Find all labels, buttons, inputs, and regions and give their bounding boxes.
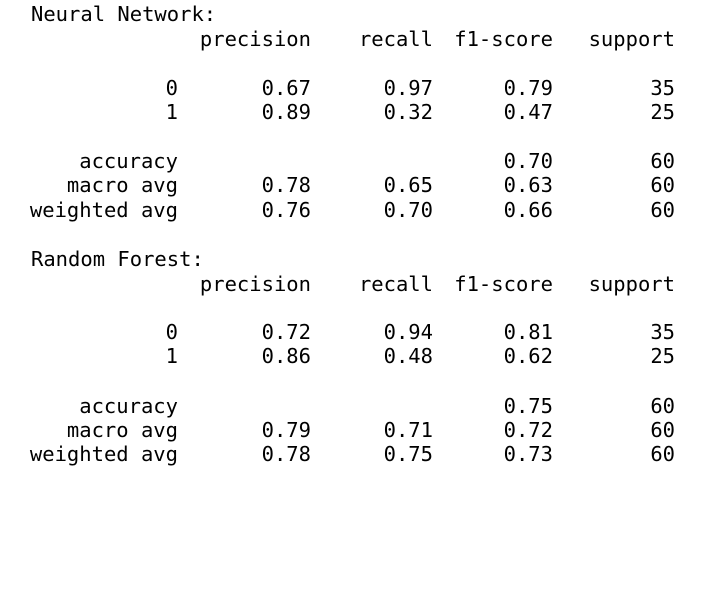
recall-value: 0.94 xyxy=(383,320,433,344)
f1-score-value: 0.73 xyxy=(503,442,553,466)
row-label: macro avg xyxy=(66,173,178,197)
row-label: accuracy xyxy=(79,149,178,173)
row-label: macro avg xyxy=(66,418,178,442)
row-label: accuracy xyxy=(79,394,178,418)
row-label: 1 xyxy=(165,100,178,124)
precision-value: 0.72 xyxy=(261,320,311,344)
f1-score-value: 0.62 xyxy=(503,344,553,368)
classification-report-output: Neural Network: precision recall f1-scor… xyxy=(0,0,716,502)
f1-score-value: 0.81 xyxy=(503,320,553,344)
report-title: Random Forest: xyxy=(31,247,204,271)
header-f1-score: f1-score xyxy=(454,27,553,51)
header-row: precision recall f1-score support xyxy=(0,272,716,296)
f1-score-value: 0.79 xyxy=(503,76,553,100)
row-label: weighted avg xyxy=(29,442,178,466)
report-title-line: Neural Network: xyxy=(0,2,716,26)
precision-value: 0.78 xyxy=(261,442,311,466)
weighted-avg-row: weighted avg 0.76 0.70 0.66 60 xyxy=(0,198,716,222)
support-value: 60 xyxy=(650,198,675,222)
row-label: 0 xyxy=(165,76,178,100)
f1-score-value: 0.70 xyxy=(503,149,553,173)
class-row: 1 0.86 0.48 0.62 25 xyxy=(0,344,716,368)
header-recall: recall xyxy=(358,272,433,296)
recall-value: 0.70 xyxy=(383,198,433,222)
recall-value: 0.48 xyxy=(383,344,433,368)
precision-value: 0.79 xyxy=(261,418,311,442)
macro-avg-row: macro avg 0.78 0.65 0.63 60 xyxy=(0,173,716,197)
header-support: support xyxy=(588,272,675,296)
class-row: 0 0.67 0.97 0.79 35 xyxy=(0,76,716,100)
recall-value: 0.32 xyxy=(383,100,433,124)
accuracy-row: accuracy 0.75 60 xyxy=(0,394,716,418)
support-value: 60 xyxy=(650,149,675,173)
support-value: 35 xyxy=(650,320,675,344)
precision-value: 0.76 xyxy=(261,198,311,222)
support-value: 60 xyxy=(650,394,675,418)
header-recall: recall xyxy=(358,27,433,51)
recall-value: 0.97 xyxy=(383,76,433,100)
f1-score-value: 0.66 xyxy=(503,198,553,222)
f1-score-value: 0.72 xyxy=(503,418,553,442)
support-value: 35 xyxy=(650,76,675,100)
support-value: 60 xyxy=(650,418,675,442)
header-f1-score: f1-score xyxy=(454,272,553,296)
macro-avg-row: macro avg 0.79 0.71 0.72 60 xyxy=(0,418,716,442)
header-precision: precision xyxy=(199,27,311,51)
support-value: 25 xyxy=(650,344,675,368)
recall-value: 0.65 xyxy=(383,173,433,197)
f1-score-value: 0.47 xyxy=(503,100,553,124)
f1-score-value: 0.63 xyxy=(503,173,553,197)
precision-value: 0.67 xyxy=(261,76,311,100)
weighted-avg-row: weighted avg 0.78 0.75 0.73 60 xyxy=(0,442,716,466)
precision-value: 0.89 xyxy=(261,100,311,124)
header-precision: precision xyxy=(199,272,311,296)
row-label: 1 xyxy=(165,344,178,368)
recall-value: 0.75 xyxy=(383,442,433,466)
report-title: Neural Network: xyxy=(31,2,217,26)
recall-value: 0.71 xyxy=(383,418,433,442)
support-value: 60 xyxy=(650,442,675,466)
header-row: precision recall f1-score support xyxy=(0,27,716,51)
class-row: 0 0.72 0.94 0.81 35 xyxy=(0,320,716,344)
class-row: 1 0.89 0.32 0.47 25 xyxy=(0,100,716,124)
row-label: weighted avg xyxy=(29,198,178,222)
support-value: 25 xyxy=(650,100,675,124)
report-title-line: Random Forest: xyxy=(0,247,716,271)
row-label: 0 xyxy=(165,320,178,344)
precision-value: 0.86 xyxy=(261,344,311,368)
support-value: 60 xyxy=(650,173,675,197)
header-support: support xyxy=(588,27,675,51)
precision-value: 0.78 xyxy=(261,173,311,197)
accuracy-row: accuracy 0.70 60 xyxy=(0,149,716,173)
f1-score-value: 0.75 xyxy=(503,394,553,418)
